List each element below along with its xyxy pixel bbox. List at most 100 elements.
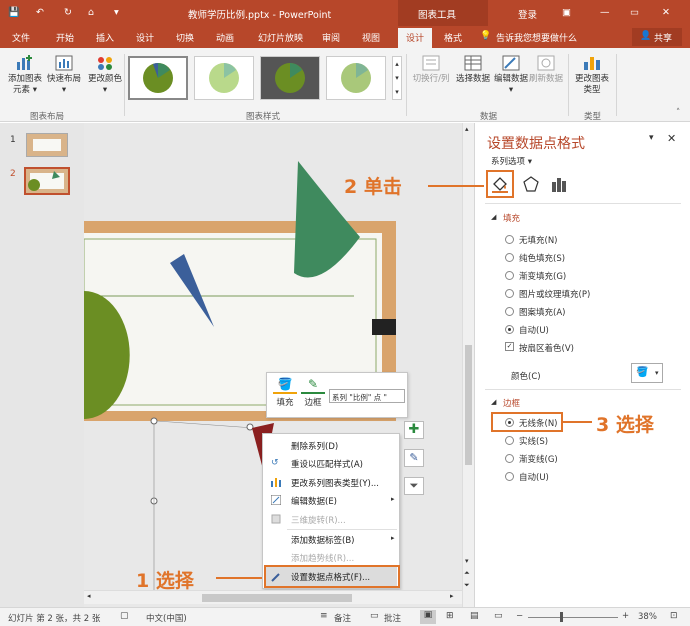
slide-thumbnail-2[interactable] — [24, 167, 70, 195]
normal-view-icon[interactable]: ▣ — [420, 610, 436, 624]
tab-animations[interactable]: 动画 — [216, 31, 234, 44]
tab-slideshow[interactable]: 幻灯片放映 — [258, 31, 303, 44]
option-gradient-fill[interactable]: 渐变填充(G) — [519, 270, 566, 282]
next-slide-icon[interactable]: ⏷ — [464, 581, 470, 590]
tab-design[interactable]: 设计 — [136, 31, 154, 44]
scroll-left-icon[interactable]: ◂ — [87, 592, 91, 600]
tab-view[interactable]: 视图 — [362, 31, 380, 44]
collapse-fill-icon[interactable]: ◢ — [491, 213, 496, 221]
menu-item-delete-series[interactable]: 删除系列(D) — [291, 440, 338, 452]
change-chart-type-button[interactable]: 更改图表类型 — [572, 54, 612, 96]
selection-handle[interactable] — [150, 417, 158, 425]
option-pattern-fill[interactable]: 图案填充(A) — [519, 306, 565, 318]
spellcheck-icon[interactable]: ▢ — [120, 611, 129, 621]
radio-solid-fill[interactable] — [505, 253, 514, 262]
horizontal-scrollbar[interactable]: ◂ ▸ — [84, 590, 462, 604]
zoom-level[interactable]: 38% — [638, 612, 657, 622]
scroll-up-icon[interactable]: ▴ — [465, 125, 469, 133]
notes-button[interactable]: 备注 — [334, 612, 351, 624]
tell-me-input[interactable]: 告诉我您想要做什么 — [496, 31, 577, 44]
close-button[interactable]: ✕ — [662, 7, 670, 18]
tab-home[interactable]: 开始 — [56, 31, 74, 44]
radio-picture-fill[interactable] — [505, 289, 514, 298]
login-link[interactable]: 登录 — [518, 7, 537, 21]
tab-chart-format[interactable]: 格式 — [444, 31, 462, 44]
zoom-out-icon[interactable]: − — [516, 611, 523, 621]
chart-style-1[interactable] — [128, 56, 188, 100]
radio-gradient-fill[interactable] — [505, 271, 514, 280]
add-chart-element-button[interactable]: 添加图表元素 ▾ — [4, 54, 46, 96]
language-indicator[interactable]: 中文(中国) — [146, 612, 187, 624]
option-no-fill[interactable]: 无填充(N) — [519, 234, 558, 246]
menu-item-3d-rotation[interactable]: 三维旋转(R)... — [291, 514, 346, 526]
radio-solid-line[interactable] — [505, 436, 514, 445]
chart-style-3[interactable] — [260, 56, 320, 100]
option-no-line[interactable]: 无线条(N) — [519, 417, 558, 429]
qat-dropdown-icon[interactable]: ▾ — [114, 7, 119, 18]
restore-button[interactable]: ▭ — [630, 7, 639, 18]
slideshow-view-icon[interactable]: ▭ — [494, 611, 503, 621]
change-colors-button[interactable]: 更改颜色 ▾ — [88, 54, 122, 96]
fill-button[interactable]: 🪣 填充 — [273, 377, 297, 408]
collapse-border-icon[interactable]: ◢ — [491, 398, 496, 406]
scroll-down-icon[interactable]: ▾ — [465, 557, 469, 565]
reading-view-icon[interactable]: ▤ — [470, 611, 479, 621]
fill-line-tab-icon[interactable] — [490, 175, 510, 193]
scroll-thumb[interactable] — [465, 345, 472, 465]
option-solid-fill[interactable]: 纯色填充(S) — [519, 252, 565, 264]
save-icon[interactable]: 💾 — [8, 7, 20, 18]
option-gradient-line[interactable]: 渐变线(G) — [519, 453, 558, 465]
option-auto-fill[interactable]: 自动(U) — [519, 324, 549, 336]
vertical-scrollbar[interactable]: ▴ ▾ ⏶ ⏷ — [462, 123, 474, 607]
radio-no-line[interactable] — [505, 418, 514, 427]
series-options-tab-icon[interactable] — [551, 176, 567, 192]
ribbon-display-icon[interactable]: ▣ — [562, 7, 571, 18]
redo-icon[interactable]: ↻ — [64, 7, 72, 18]
chart-styles-brush-icon[interactable]: ✎ — [404, 449, 424, 467]
outline-button[interactable]: ✎ 边框 — [301, 377, 325, 408]
chart-style-4[interactable] — [326, 56, 386, 100]
edit-data-button[interactable]: 编辑数据 ▾ — [494, 54, 528, 96]
refresh-data-button[interactable]: 刷新数据 — [528, 54, 564, 85]
menu-item-reset-style[interactable]: 重设以匹配样式(A) — [291, 458, 363, 470]
series-selector-dropdown[interactable]: 系列 "比例" 点 " — [329, 389, 405, 403]
sorter-view-icon[interactable]: ⊞ — [446, 611, 454, 621]
chart-elements-button[interactable]: ✚ — [404, 421, 424, 439]
tab-chart-design[interactable]: 设计 — [398, 28, 433, 48]
menu-item-add-trendline[interactable]: 添加趋势线(R)... — [291, 552, 354, 564]
minimize-button[interactable]: — — [600, 7, 610, 18]
zoom-slider-thumb[interactable] — [560, 612, 563, 622]
tab-file[interactable]: 文件 — [12, 31, 30, 44]
color-picker-button[interactable]: 🪣 ▾ — [631, 363, 663, 383]
tab-review[interactable]: 审阅 — [322, 31, 340, 44]
switch-row-column-button[interactable]: 切换行/列 — [410, 54, 452, 85]
fill-section-header[interactable]: 填充 — [503, 212, 520, 224]
slide-thumbnail-1[interactable] — [26, 133, 68, 157]
share-button[interactable]: 👤 共享 — [632, 28, 682, 46]
series-options-dropdown[interactable]: 系列选项 ▾ — [491, 155, 532, 167]
menu-item-change-series-type[interactable]: 更改系列图表类型(Y)... — [291, 477, 379, 489]
menu-item-edit-data[interactable]: 编辑数据(E) — [291, 495, 337, 507]
radio-auto-fill[interactable] — [505, 325, 514, 334]
fit-slide-icon[interactable]: ⊡ — [670, 611, 678, 621]
radio-pattern-fill[interactable] — [505, 307, 514, 316]
tab-transitions[interactable]: 切换 — [176, 31, 194, 44]
select-data-button[interactable]: 选择数据 — [454, 54, 492, 85]
pane-close-icon[interactable]: ✕ — [667, 132, 676, 145]
chart-style-2[interactable] — [194, 56, 254, 100]
effects-tab-icon[interactable] — [523, 176, 539, 192]
zoom-slider[interactable] — [528, 617, 618, 618]
option-solid-line[interactable]: 实线(S) — [519, 435, 548, 447]
hscroll-thumb[interactable] — [202, 594, 352, 602]
style-scroll[interactable]: ▴ ▾ ▾ — [392, 56, 402, 100]
border-section-header[interactable]: 边框 — [503, 397, 520, 409]
vary-colors-label[interactable]: 按扇区着色(V) — [519, 342, 574, 354]
format-painter-icon[interactable]: ⌂ — [88, 7, 94, 18]
menu-item-add-data-labels[interactable]: 添加数据标签(B) — [291, 534, 354, 546]
radio-gradient-line[interactable] — [505, 454, 514, 463]
comments-button[interactable]: 批注 — [384, 612, 401, 624]
option-picture-fill[interactable]: 图片或纹理填充(P) — [519, 288, 590, 300]
option-auto-line[interactable]: 自动(U) — [519, 471, 549, 483]
zoom-in-icon[interactable]: + — [622, 611, 629, 621]
pane-options-icon[interactable]: ▾ — [649, 133, 654, 143]
